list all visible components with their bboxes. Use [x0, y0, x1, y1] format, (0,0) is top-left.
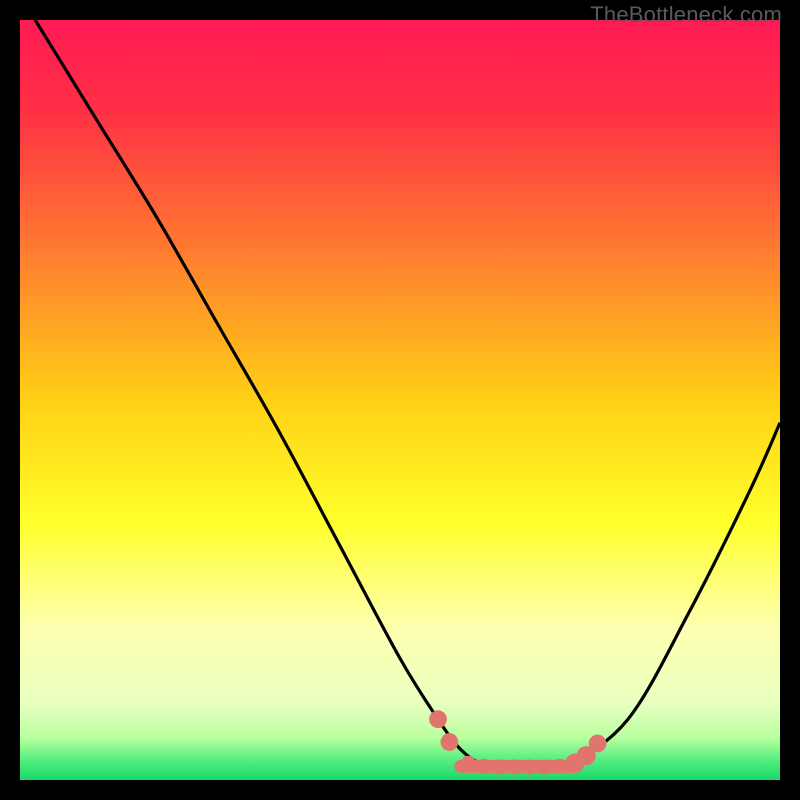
valley-marker: [461, 756, 476, 771]
watermark-text: TheBottleneck.com: [590, 2, 782, 28]
valley-marker: [552, 759, 567, 774]
bottleneck-chart: [20, 20, 780, 780]
valley-marker: [429, 710, 447, 728]
gradient-background: [20, 20, 780, 780]
chart-frame: [20, 20, 780, 780]
valley-marker: [476, 759, 491, 774]
valley-marker: [522, 760, 537, 775]
valley-marker: [537, 760, 552, 775]
valley-marker: [589, 735, 607, 753]
valley-marker: [506, 760, 521, 775]
valley-marker: [441, 733, 459, 751]
valley-marker: [491, 760, 506, 775]
